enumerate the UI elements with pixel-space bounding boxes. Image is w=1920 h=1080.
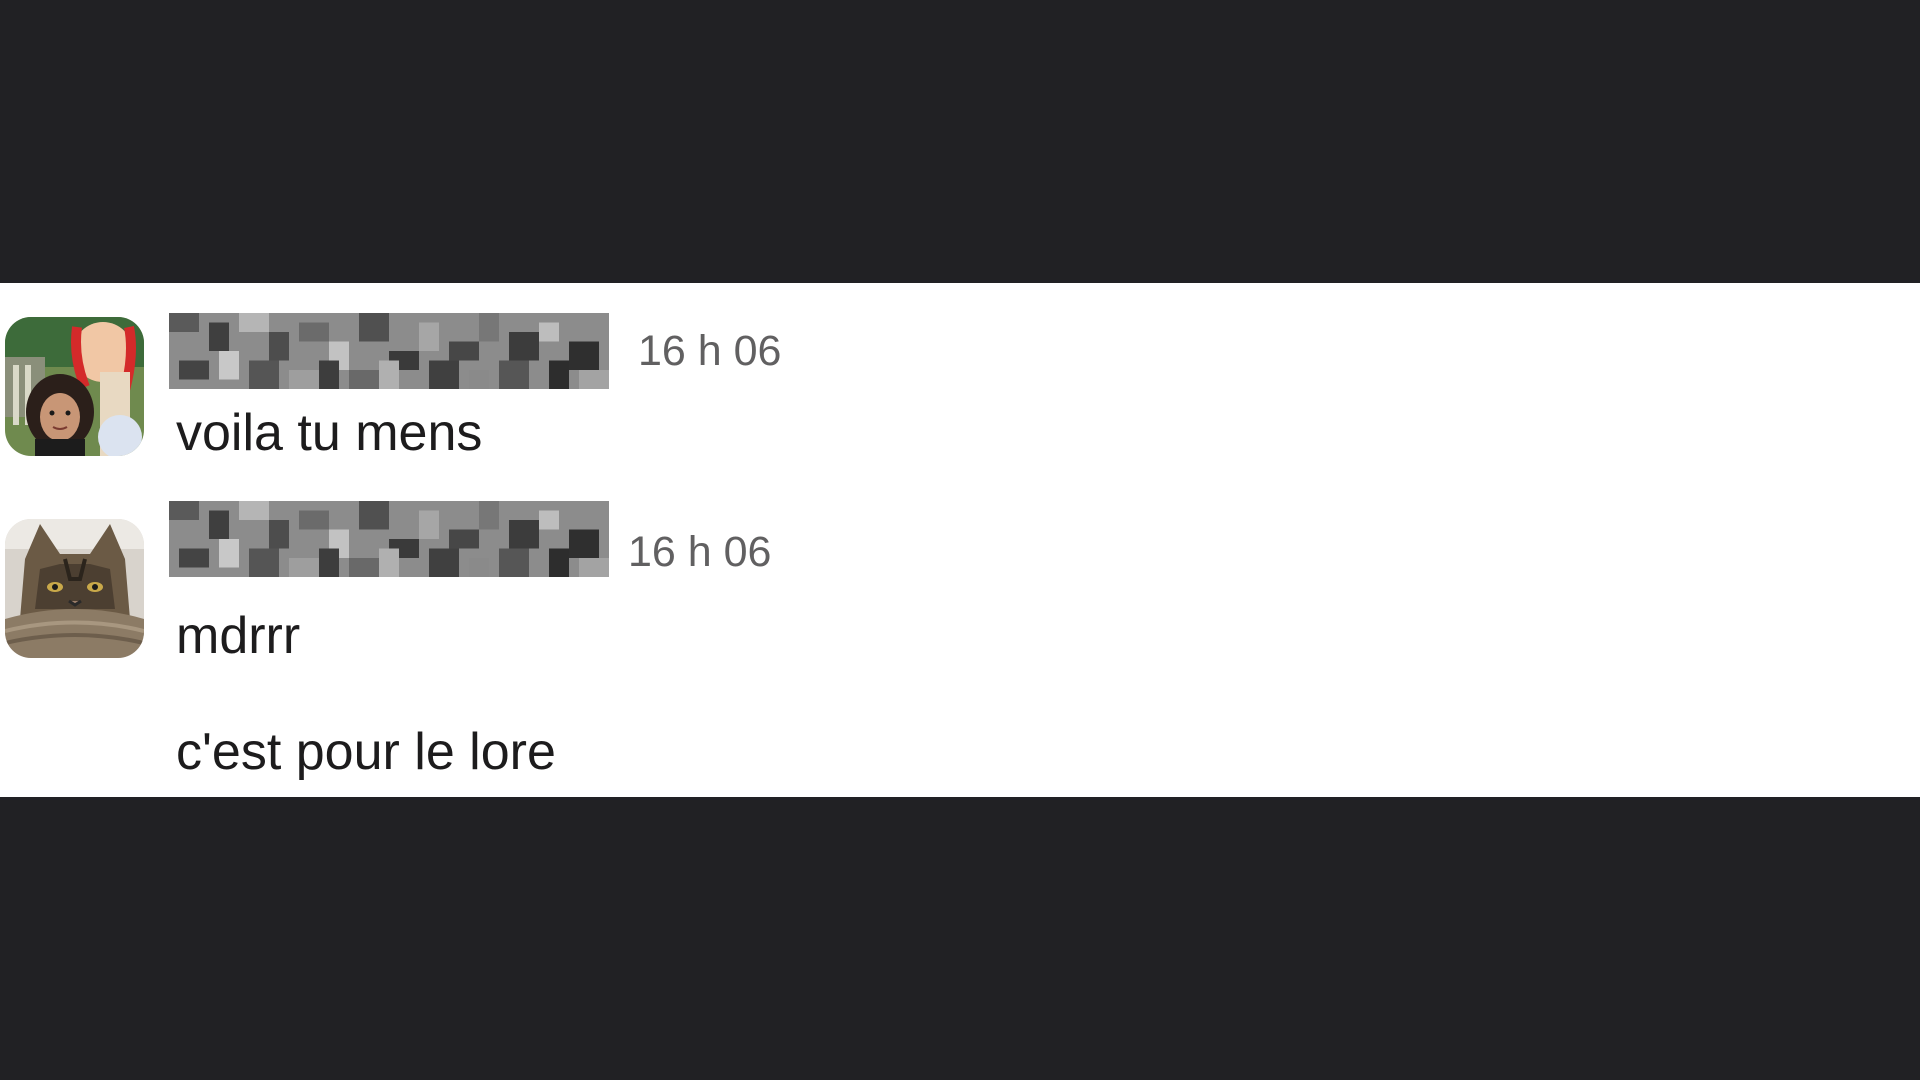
blur-mosaic (169, 313, 609, 389)
user-avatar[interactable] (5, 519, 144, 658)
message-text: c'est pour le lore (176, 723, 556, 781)
message-text: mdrrr (176, 607, 301, 665)
author-name-redacted[interactable] (169, 501, 609, 577)
avatar-photo (5, 317, 144, 456)
avatar-photo (5, 519, 144, 658)
author-name-redacted[interactable] (169, 313, 609, 389)
screenshot-stage: 16 h 06 voila tu mens 16 h 06 mdrrr c'es… (0, 0, 1920, 1080)
user-avatar[interactable] (5, 317, 144, 456)
message-timestamp[interactable]: 16 h 06 (628, 531, 771, 574)
message-text: voila tu mens (176, 404, 483, 462)
message-list: 16 h 06 voila tu mens 16 h 06 mdrrr c'es… (0, 283, 1920, 797)
message-timestamp[interactable]: 16 h 06 (638, 330, 781, 373)
blur-mosaic (169, 501, 609, 577)
